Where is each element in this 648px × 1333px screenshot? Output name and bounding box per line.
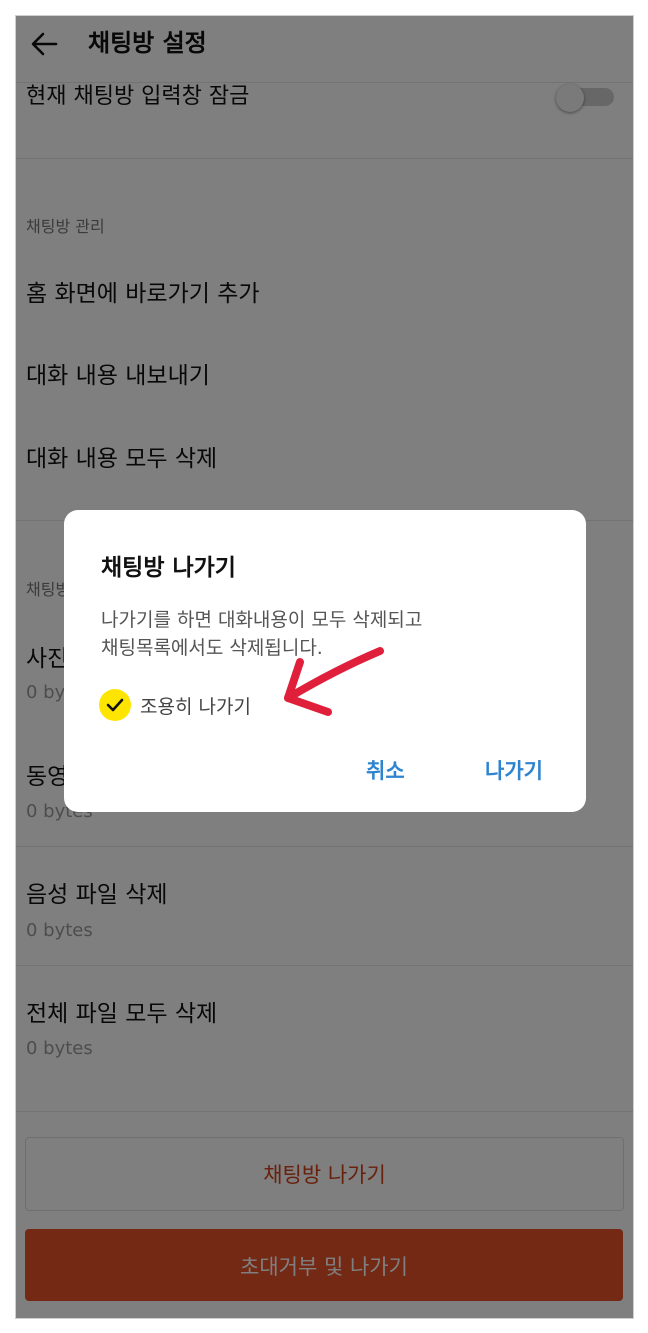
quiet-leave-checkbox[interactable] — [99, 689, 131, 721]
leave-chat-dialog: 채팅방 나가기 나가기를 하면 대화내용이 모두 삭제되고 채팅목록에서도 삭제… — [64, 510, 586, 812]
quiet-leave-label[interactable]: 조용히 나가기 — [140, 692, 251, 719]
dialog-message-line-2: 채팅목록에서도 삭제됩니다. — [101, 637, 323, 659]
checkmark-icon — [106, 698, 124, 712]
app-frame: 현재 채팅방 입력창 잠금 채팅방 관리 홈 화면에 바로가기 추가 대화 내용… — [15, 15, 634, 1319]
dialog-message-line-1: 나가기를 하면 대화내용이 모두 삭제되고 — [101, 609, 423, 631]
dialog-message: 나가기를 하면 대화내용이 모두 삭제되고 채팅목록에서도 삭제됩니다. — [101, 606, 561, 662]
confirm-leave-button[interactable]: 나가기 — [485, 755, 543, 785]
dialog-title: 채팅방 나가기 — [101, 555, 236, 581]
cancel-button[interactable]: 취소 — [366, 755, 405, 785]
